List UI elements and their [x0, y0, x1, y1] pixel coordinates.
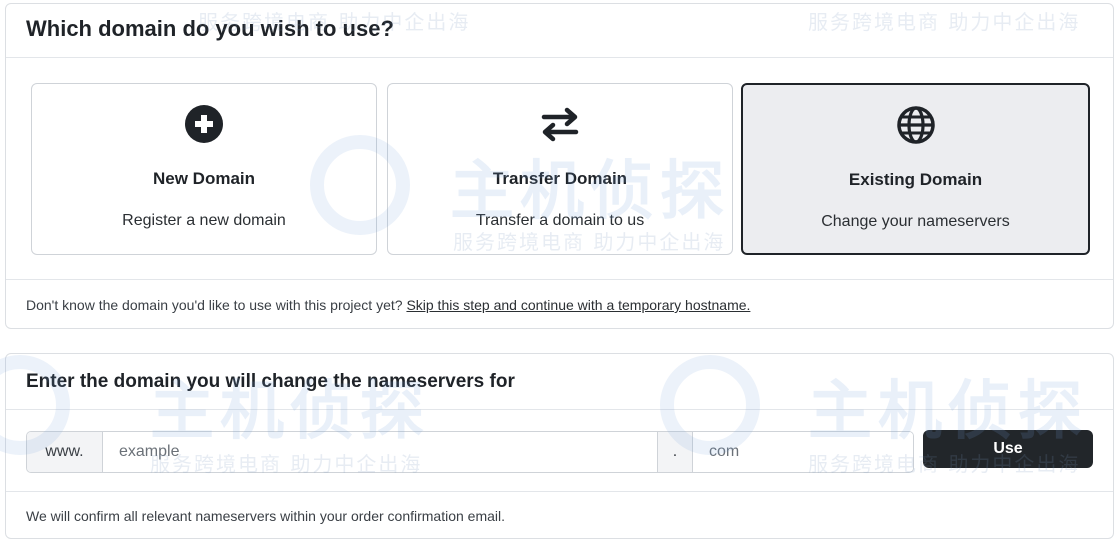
transfer-domain-description: Transfer a domain to us: [475, 212, 645, 229]
domain-choice-heading: Which domain do you wish to use?: [26, 16, 394, 41]
tld-input[interactable]: [693, 432, 913, 472]
domain-option-cards: New Domain Register a new domain Transfe…: [6, 58, 1113, 280]
existing-domain-description: Change your nameservers: [821, 213, 1010, 230]
domain-input-group: www. .: [26, 431, 914, 473]
plus-circle-icon: [185, 105, 223, 143]
new-domain-card[interactable]: New Domain Register a new domain: [31, 83, 377, 255]
use-button[interactable]: Use: [923, 430, 1093, 468]
transfer-arrows-icon: [541, 107, 579, 142]
domain-choice-panel: Which domain do you wish to use? New Dom…: [5, 3, 1114, 329]
footnote-text: Don't know the domain you'd like to use …: [26, 297, 403, 313]
nameserver-domain-panel: Enter the domain you will change the nam…: [5, 353, 1114, 539]
nameserver-header: Enter the domain you will change the nam…: [6, 354, 1113, 410]
existing-domain-card[interactable]: Existing Domain Change your nameservers: [741, 83, 1090, 255]
new-domain-description: Register a new domain: [122, 212, 286, 229]
transfer-domain-title: Transfer Domain: [492, 169, 628, 188]
confirm-note: We will confirm all relevant nameservers…: [26, 508, 506, 524]
transfer-domain-card[interactable]: Transfer Domain Transfer a domain to us: [387, 83, 733, 255]
nameserver-heading: Enter the domain you will change the nam…: [26, 371, 515, 392]
www-prefix: www.: [27, 432, 103, 472]
domain-choice-header: Which domain do you wish to use?: [6, 4, 1113, 58]
skip-step-link[interactable]: Skip this step and continue with a tempo…: [406, 297, 750, 313]
domain-name-input[interactable]: [103, 432, 657, 472]
domain-choice-footnote: Don't know the domain you'd like to use …: [26, 297, 750, 313]
existing-domain-title: Existing Domain: [848, 170, 983, 189]
globe-icon: [896, 106, 935, 144]
dot-separator: .: [657, 432, 693, 472]
new-domain-title: New Domain: [152, 169, 256, 188]
divider: [6, 491, 1113, 492]
